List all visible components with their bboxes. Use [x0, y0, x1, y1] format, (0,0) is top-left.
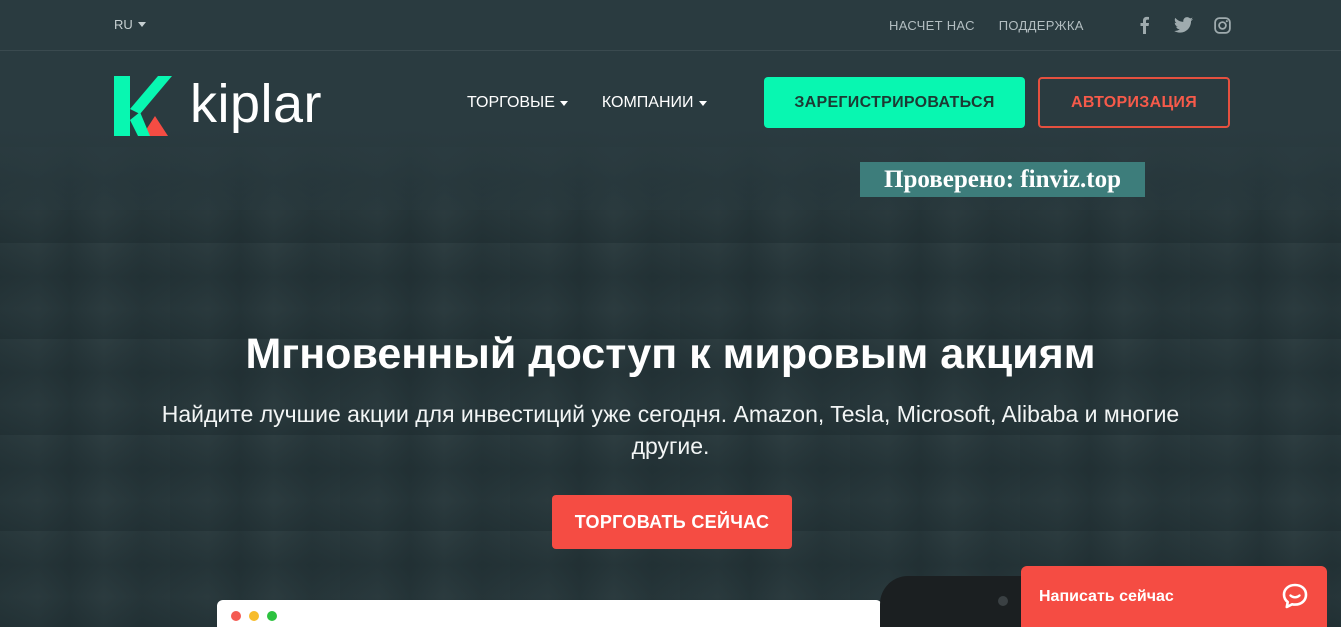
- hero-title: Мгновенный доступ к мировым акциям: [245, 330, 1096, 378]
- support-link[interactable]: ПОДДЕРЖКА: [999, 18, 1084, 33]
- nav-item-companies[interactable]: КОМПАНИИ: [602, 94, 707, 112]
- language-selector[interactable]: RU: [114, 17, 146, 32]
- close-dot-icon: [231, 611, 241, 621]
- chat-bubble-icon: [1282, 583, 1308, 609]
- brand-name: kiplar: [190, 74, 323, 134]
- social-links: [1134, 15, 1232, 35]
- kiplar-logo-icon: [114, 76, 172, 136]
- chevron-down-icon: [137, 22, 146, 27]
- brand-logo[interactable]: kiplar: [114, 68, 344, 144]
- trade-now-button[interactable]: ТОРГОВАТЬ СЕЙЧАС: [552, 495, 792, 549]
- instagram-icon[interactable]: [1212, 15, 1232, 35]
- language-label: RU: [114, 17, 133, 32]
- nav-item-label: КОМПАНИИ: [601, 94, 694, 111]
- chevron-down-icon: [559, 100, 568, 106]
- chat-label: Написать сейчас: [1039, 588, 1174, 605]
- nav-item-trading[interactable]: ТОРГОВЫЕ: [467, 94, 568, 112]
- hero-subtitle: Найдите лучшие акции для инвестиций уже …: [161, 401, 1180, 459]
- browser-mockup: [217, 600, 882, 627]
- register-button[interactable]: ЗАРЕГИСТРИРОВАТЬСЯ: [764, 77, 1025, 128]
- login-button[interactable]: АВТОРИЗАЦИЯ: [1038, 77, 1230, 128]
- verified-watermark: Проверено: finviz.top: [860, 162, 1145, 197]
- phone-camera-icon: [998, 596, 1008, 606]
- top-bar: RU НАСЧЕТ НАС ПОДДЕРЖКА: [0, 0, 1341, 51]
- chat-widget[interactable]: Написать сейчас: [1021, 566, 1327, 627]
- twitter-icon[interactable]: [1173, 15, 1193, 35]
- chevron-down-icon: [698, 100, 707, 106]
- top-links: НАСЧЕТ НАС ПОДДЕРЖКА: [889, 18, 1084, 33]
- main-nav: ТОРГОВЫЕ КОМПАНИИ: [467, 94, 707, 112]
- window-controls: [231, 611, 277, 621]
- about-link[interactable]: НАСЧЕТ НАС: [889, 18, 975, 33]
- nav-item-label: ТОРГОВЫЕ: [467, 94, 555, 111]
- maximize-dot-icon: [267, 611, 277, 621]
- facebook-icon[interactable]: [1134, 15, 1154, 35]
- minimize-dot-icon: [249, 611, 259, 621]
